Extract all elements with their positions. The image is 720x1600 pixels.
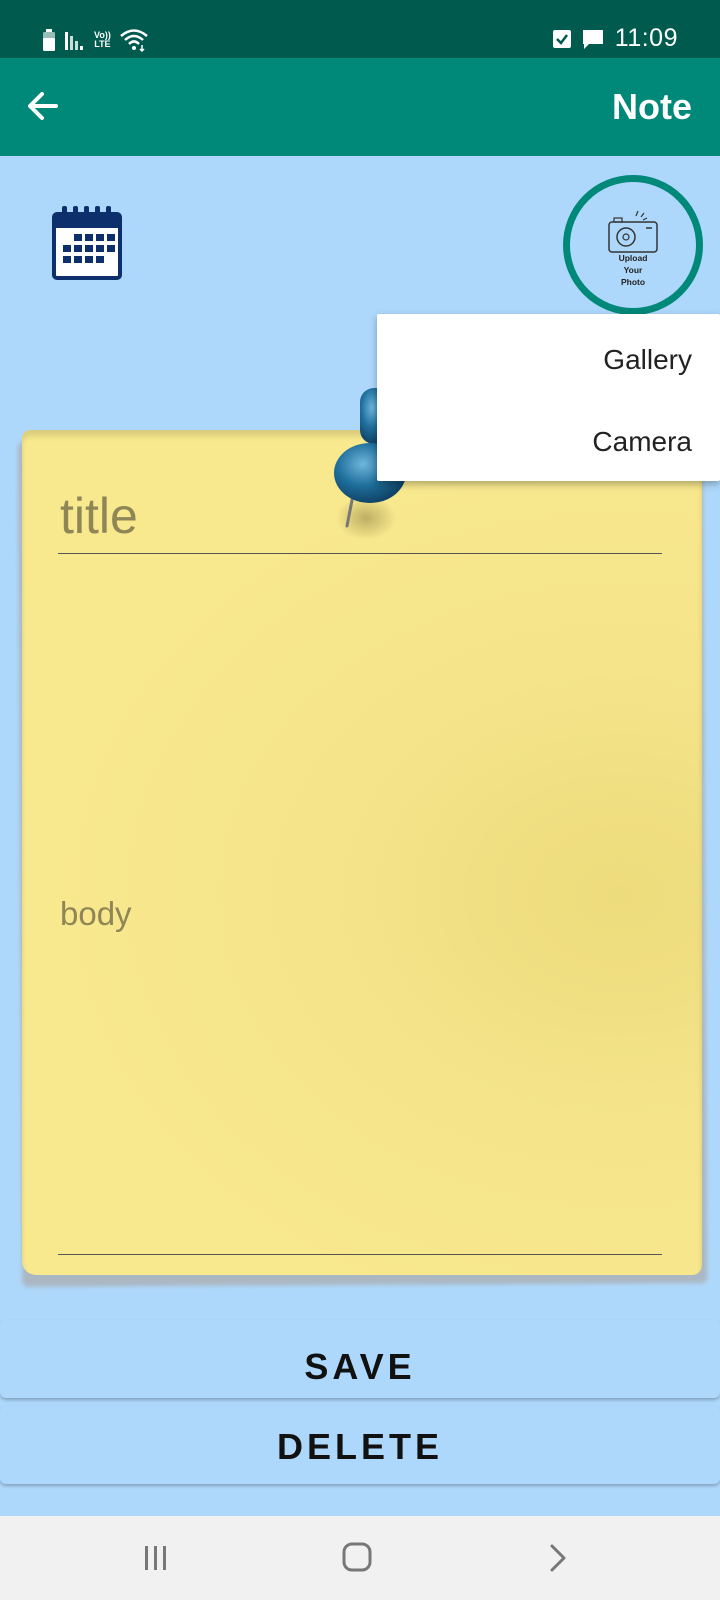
wifi-icon [120,29,148,52]
checkbox-notification-icon [552,29,571,48]
save-button[interactable]: SAVE [0,1320,720,1398]
system-nav-bar [0,1516,720,1600]
status-bar: Vo)) LTE 11:09 [0,0,720,58]
delete-button[interactable]: DELETE [0,1406,720,1484]
signal-icon [65,32,83,50]
arrow-left-icon [28,92,58,120]
status-right: 11:09 [552,24,678,53]
recents-icon [145,1546,166,1570]
battery-icon [43,29,55,51]
page-title: Note [612,86,692,127]
app-bar: Note [0,58,720,156]
upload-photo-label-line2: Your [623,265,643,275]
calendar-icon [52,206,122,280]
back-chevron-icon [550,1544,566,1572]
back-button[interactable] [22,86,62,126]
volte-icon: Vo)) LTE [94,31,111,49]
body-input[interactable] [58,565,662,1255]
upload-photo-label-line3: Photo [620,277,646,287]
photo-source-menu: Gallery Camera [377,314,720,481]
message-notification-icon [582,29,603,49]
menu-item-camera[interactable]: Camera [592,426,692,458]
home-icon [342,1542,372,1572]
camera-icon [608,210,658,253]
recents-button[interactable] [136,1540,176,1576]
lte-label: LTE [94,39,111,49]
home-button[interactable] [338,1540,378,1576]
calendar-button[interactable] [52,206,122,280]
upload-photo-label-line1: Upload [618,253,648,263]
nav-back-button[interactable] [540,1540,580,1576]
status-left: Vo)) LTE [42,28,149,52]
upload-photo-button[interactable]: Upload Your Photo [563,175,703,315]
menu-item-gallery[interactable]: Gallery [603,344,692,376]
upload-photo-label: Upload Your Photo [570,252,696,288]
status-time: 11:09 [614,24,678,52]
